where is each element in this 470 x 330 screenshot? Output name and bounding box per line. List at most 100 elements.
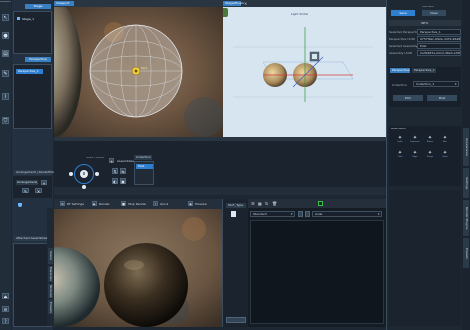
collection-tab[interactable]: Collection: [134, 155, 152, 160]
gimbal-knob-right[interactable]: [95, 172, 99, 176]
preview-icon[interactable]: ◉: [188, 201, 193, 206]
effect-item[interactable]: ✦ Fringe: [425, 151, 435, 160]
gimbal-center-icon[interactable]: ⬍: [80, 170, 88, 178]
perspective-1-tab[interactable]: Perspective_1: [412, 68, 436, 73]
output-tool-1[interactable]: [298, 211, 303, 217]
gimbal-knob-left[interactable]: [69, 172, 73, 176]
exit-icon[interactable]: ⏏: [2, 293, 9, 299]
preview-label[interactable]: Preview: [195, 202, 207, 206]
shield-icon[interactable]: ⛉: [2, 117, 9, 124]
perspective-item[interactable]: Perspective_1: [16, 69, 43, 74]
quick-icon[interactable]: ⚡: [153, 201, 158, 206]
assemblies-add-icon[interactable]: +: [109, 158, 114, 164]
arrangement-tab[interactable]: Arrangement | Decal/Pick: [14, 170, 54, 175]
layers-icon[interactable]: ▤: [2, 50, 9, 57]
dropdown-2-chevron-icon[interactable]: ▾: [378, 211, 382, 217]
vtab-materials[interactable]: Materials: [48, 266, 53, 282]
vtab-presets[interactable]: Presets: [48, 300, 53, 314]
viewport-secondary[interactable]: Stage/Plugin × Light Portal: [223, 0, 386, 137]
render-label[interactable]: Render: [99, 202, 110, 206]
output-tool-2[interactable]: [305, 211, 310, 217]
text-panel-bottom-button[interactable]: [226, 317, 246, 323]
effect-item[interactable]: ✦ Edge: [410, 151, 420, 160]
assemblies-tool-4[interactable]: ▣: [120, 178, 126, 184]
refresh-icon[interactable]: ↻: [265, 201, 270, 206]
document-icon[interactable]: [231, 211, 236, 217]
post-button[interactable]: Post: [427, 95, 457, 101]
effect-item[interactable]: ✦ Bloom: [425, 136, 435, 145]
edit-icon[interactable]: ✎: [22, 188, 29, 194]
effect-item[interactable]: ✦ Color: [395, 151, 405, 160]
perspective-section-tab[interactable]: Perspective: [390, 68, 410, 73]
perspective-tab[interactable]: Perspective: [25, 57, 51, 62]
gimbal-knob-bottom[interactable]: [82, 185, 86, 189]
clear-button[interactable]: Clear: [422, 10, 446, 16]
collection-chevron-icon[interactable]: ▾: [455, 81, 459, 87]
render-settings-label[interactable]: RT Settings: [67, 202, 84, 206]
add-icon[interactable]: +: [41, 180, 47, 186]
perspective-section: Perspective Perspective_1 Collection Col…: [389, 67, 461, 107]
assemblies-tool-1[interactable]: ⇅: [112, 168, 118, 174]
active-toggle[interactable]: [318, 201, 323, 206]
prop-value[interactable]: 2a39487a-0212-48a3-a76f-a8e0d7fa0e2f: [417, 49, 461, 56]
side-tab-appearance[interactable]: Appearance: [463, 128, 469, 166]
prop-row: Selected PerspectivePerspective_1: [389, 28, 461, 35]
gimbal-widget[interactable]: ⬍: [60, 161, 100, 189]
effect-item[interactable]: ✦ Light: [395, 136, 405, 145]
prop-value[interactable]: Perspective_1: [417, 28, 461, 35]
stage-plugin-tab[interactable]: Stage/Plugin: [223, 1, 244, 6]
save-button[interactable]: Save: [391, 10, 415, 16]
prop-value[interactable]: Post: [417, 42, 461, 49]
list-icon[interactable]: ☰: [251, 201, 256, 206]
text-type-tab[interactable]: TexT_Type: [226, 203, 246, 208]
info-header-label: INFO: [421, 21, 429, 25]
collection-item[interactable]: Post: [136, 164, 153, 169]
stop-render-icon[interactable]: ■: [121, 201, 126, 206]
strip-lower-bar: [54, 187, 386, 195]
side-tab-settings[interactable]: Settings: [463, 168, 469, 198]
prop-value[interactable]: 0757f9ec-692e-4d79-9648-7f604d97: [417, 35, 461, 42]
output-dropdown-2[interactable]: Axial: [312, 211, 382, 217]
side-tab-presets[interactable]: Presets: [463, 238, 469, 268]
help-icon[interactable]: ?: [2, 318, 9, 324]
vtab-textures[interactable]: Textures: [48, 284, 53, 298]
assemblies-tool-2[interactable]: ⇆: [120, 168, 126, 174]
stage-tab[interactable]: Stage: [25, 4, 51, 9]
right-panel: Save Load Saved Clear INFO Selected Pers…: [386, 0, 462, 330]
effect-item[interactable]: ✦ Exposure: [410, 136, 420, 145]
settings-icon[interactable]: ⚙: [2, 306, 9, 312]
brush-icon[interactable]: ⌇: [2, 93, 9, 100]
effect-label: Fringe: [426, 156, 434, 158]
assemblies-tool-3[interactable]: ◐: [112, 178, 118, 184]
render-icon[interactable]: ▶: [92, 201, 97, 206]
render-settings-icon[interactable]: ⚙: [60, 201, 65, 206]
load-saved-label: Load Saved: [422, 6, 434, 8]
tab-close-icon[interactable]: ×: [244, 1, 249, 6]
effect-item[interactable]: ✦ Grain: [440, 151, 450, 160]
effect-item[interactable]: ✦ Blur: [440, 136, 450, 145]
viewport-tab[interactable]: Viewport: [54, 1, 74, 6]
arrangement-panel: Arrangement_1 + ✎ ✕: [13, 176, 52, 198]
grid-icon[interactable]: ▦: [258, 201, 263, 206]
side-tab-render-plugins[interactable]: Render Plugins: [463, 200, 469, 236]
pick-button[interactable]: Pick: [393, 95, 423, 101]
stage-item-label[interactable]: Stage_1: [22, 17, 34, 21]
globe-icon[interactable]: ●: [2, 32, 9, 39]
quick-label[interactable]: Quick: [160, 202, 168, 206]
arrangement-item[interactable]: Arrangement_1: [16, 180, 38, 185]
cursor-icon[interactable]: ↖: [2, 14, 9, 21]
trash-icon[interactable]: 🗑: [272, 201, 277, 206]
dropdown-1-chevron-icon[interactable]: ▾: [291, 211, 295, 217]
stop-render-label[interactable]: Stop Render: [128, 202, 146, 206]
viewport-main[interactable]: Viewport Test: [54, 0, 223, 137]
collection-dropdown[interactable]: Collection_1: [413, 81, 459, 87]
pencil-icon[interactable]: ✎: [2, 70, 9, 77]
render-scene: [54, 209, 222, 327]
output-dropdown-1[interactable]: Standard: [250, 211, 295, 217]
stage-list: Stage_1: [13, 11, 52, 54]
render-viewport[interactable]: [54, 209, 222, 327]
vtab-scene[interactable]: Scene: [48, 248, 53, 264]
prop-row: Assembly UUID 2a39487a-0212-48a3-a76f-a8e…: [389, 49, 461, 56]
delete-icon[interactable]: ✕: [35, 188, 42, 194]
info-header: INFO: [389, 20, 461, 26]
